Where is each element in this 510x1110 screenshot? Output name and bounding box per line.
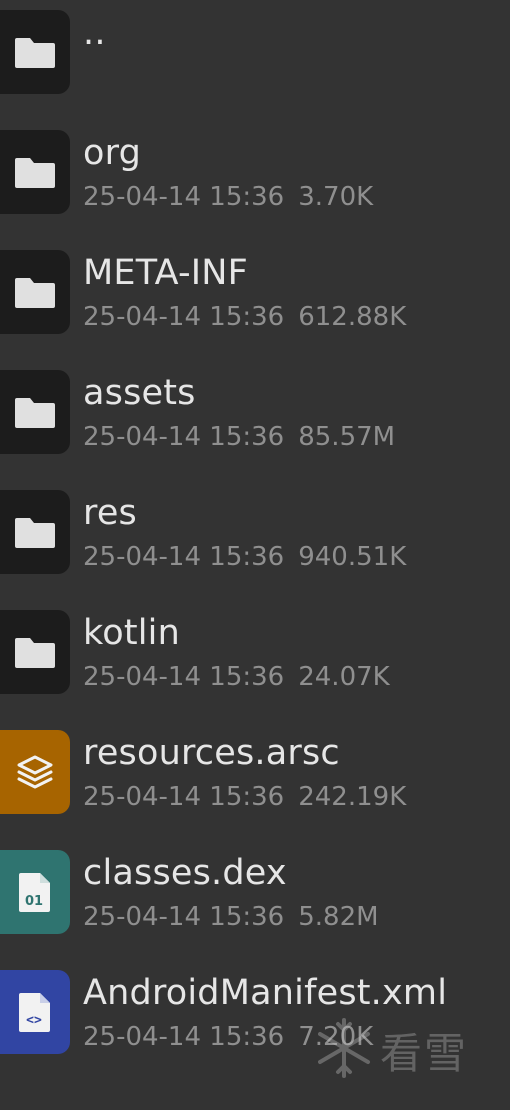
file-name: AndroidManifest.xml	[83, 973, 448, 1013]
list-item-folder[interactable]: META-INF 25-04-14 15:36 612.88K	[0, 230, 510, 350]
xml-icon-text: <>	[26, 1013, 42, 1028]
file-size: 242.19K	[298, 782, 407, 812]
folder-icon	[0, 10, 70, 94]
watermark-text: 看雪	[380, 1028, 469, 1078]
layers-icon	[0, 730, 70, 814]
file-name: ..	[83, 13, 106, 53]
dex-file-icon: 01	[0, 850, 70, 934]
dex-icon-text: 01	[25, 894, 43, 909]
file-meta: 25-04-14 15:36 85.57M	[83, 422, 395, 452]
file-name: org	[83, 133, 142, 173]
folder-icon	[0, 610, 70, 694]
file-name: assets	[83, 373, 196, 413]
list-item-file[interactable]: 01 classes.dex 25-04-14 15:36 5.82M	[0, 830, 510, 950]
file-size: 3.70K	[298, 182, 374, 212]
file-size: 85.57M	[298, 422, 396, 452]
file-date: 25-04-14 15:36	[83, 542, 285, 572]
file-name: resources.arsc	[83, 733, 340, 773]
code-file-icon: <>	[0, 970, 70, 1054]
snowflake-icon	[312, 1016, 376, 1084]
watermark: 看雪	[312, 1016, 468, 1084]
list-item-folder[interactable]: kotlin 25-04-14 15:36 24.07K	[0, 590, 510, 710]
file-meta: 25-04-14 15:36 5.82M	[83, 902, 379, 932]
file-size: 5.82M	[298, 902, 379, 932]
folder-icon	[0, 490, 70, 574]
file-date: 25-04-14 15:36	[83, 182, 285, 212]
file-size: 612.88K	[298, 302, 407, 332]
file-date: 25-04-14 15:36	[83, 422, 285, 452]
folder-icon	[0, 250, 70, 334]
list-item-folder[interactable]: assets 25-04-14 15:36 85.57M	[0, 350, 510, 470]
file-meta: 25-04-14 15:36 612.88K	[83, 302, 406, 332]
file-browser-screen: .. org 25-04-14 15:36 3.70K META-INF 25-0…	[0, 0, 510, 1110]
file-meta: 25-04-14 15:36 940.51K	[83, 542, 406, 572]
file-date: 25-04-14 15:36	[83, 302, 285, 332]
file-name: res	[83, 493, 137, 533]
folder-icon	[0, 130, 70, 214]
list-item-folder[interactable]: res 25-04-14 15:36 940.51K	[0, 470, 510, 590]
list-item-folder[interactable]: org 25-04-14 15:36 3.70K	[0, 110, 510, 230]
list-item-file[interactable]: resources.arsc 25-04-14 15:36 242.19K	[0, 710, 510, 830]
file-name: kotlin	[83, 613, 180, 653]
file-date: 25-04-14 15:36	[83, 662, 285, 692]
file-name: classes.dex	[83, 853, 287, 893]
folder-icon	[0, 370, 70, 454]
file-meta: 25-04-14 15:36 3.70K	[83, 182, 373, 212]
file-size: 24.07K	[298, 662, 390, 692]
file-date: 25-04-14 15:36	[83, 782, 285, 812]
file-list: .. org 25-04-14 15:36 3.70K META-INF 25-0…	[0, 0, 510, 1070]
file-name: META-INF	[83, 253, 249, 293]
file-meta: 25-04-14 15:36 242.19K	[83, 782, 406, 812]
file-date: 25-04-14 15:36	[83, 1022, 285, 1052]
file-size: 940.51K	[298, 542, 407, 572]
file-date: 25-04-14 15:36	[83, 902, 285, 932]
file-meta: 25-04-14 15:36 24.07K	[83, 662, 390, 692]
list-item-parent-dir[interactable]: ..	[0, 0, 510, 110]
